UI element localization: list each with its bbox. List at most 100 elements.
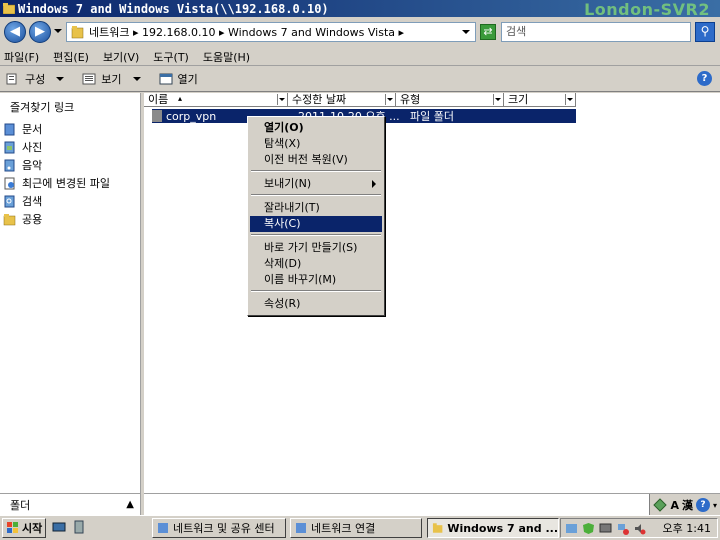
language-bar-icon[interactable] [565, 522, 578, 535]
column-header-label: 이름 [148, 93, 169, 106]
chevron-down-icon [56, 76, 65, 81]
back-button[interactable]: ◀ [4, 21, 26, 43]
organize-button[interactable]: 구성 [6, 71, 65, 87]
address-row: ◀ ▶ 네트워크 ▸ 192.168.0.10 ▸ Windows 7 and … [0, 17, 720, 48]
column-filter-dropdown[interactable] [277, 94, 287, 105]
nav-item-search[interactable]: 검색 [3, 192, 110, 210]
column-header-type[interactable]: 유형 [396, 93, 504, 107]
column-filter-dropdown[interactable] [493, 94, 503, 105]
address-path: 네트워크 ▸ 192.168.0.10 ▸ Windows 7 and Wind… [89, 26, 405, 39]
nav-item-label: 검색 [22, 195, 43, 208]
ime-toolbar: A 漢 ? ▾ [649, 494, 720, 516]
views-label: 보기 [101, 72, 122, 86]
favorite-links-list: 문서 사진 음악 최근에 변경된 파일 검색 공용 [3, 120, 110, 228]
folder-icon [3, 3, 15, 14]
open-button[interactable]: 열기 [159, 71, 198, 87]
help-icon[interactable]: ? [697, 71, 712, 86]
details-strip: A 漢 ? ▾ [144, 493, 720, 516]
ctx-copy[interactable]: 복사(C) [250, 216, 382, 232]
search-input[interactable]: 검색 [501, 22, 691, 42]
task-network-sharing-center[interactable]: 네트워크 및 공유 센터 [152, 518, 286, 538]
recent-files-icon [4, 177, 15, 189]
ctx-separator [251, 234, 381, 236]
column-header-size[interactable]: 크기 [504, 93, 576, 107]
network-status-icon[interactable] [616, 522, 629, 535]
ctx-send-to-label: 보내기(N) [264, 177, 312, 190]
menu-bar: 파일(F) 편집(E) 보기(V) 도구(T) 도움말(H) [0, 48, 720, 66]
column-filter-dropdown[interactable] [385, 94, 395, 105]
open-icon [159, 73, 172, 84]
views-button[interactable]: 보기 [82, 71, 141, 87]
task-label: 네트워크 및 공유 센터 [173, 522, 275, 535]
ime-help-icon[interactable]: ? [695, 498, 710, 512]
command-bar: 구성 보기 열기 ? [0, 66, 720, 92]
public-folder-icon [3, 213, 16, 225]
task-label: Windows 7 and ... [447, 521, 558, 535]
ime-mode-hanja[interactable]: 漢 [682, 497, 693, 513]
chevron-up-icon: ▲ [126, 499, 134, 510]
menu-file[interactable]: 파일(F) [4, 49, 39, 65]
ctx-delete[interactable]: 삭제(D) [250, 256, 382, 272]
ime-settings-icon[interactable] [653, 498, 668, 512]
menu-help[interactable]: 도움말(H) [203, 49, 250, 65]
ctx-separator [251, 290, 381, 292]
taskbar: 시작 네트워크 및 공유 센터 네트워크 연결 Windows 7 and ..… [0, 515, 720, 540]
recent-pages-dropdown[interactable] [54, 29, 62, 33]
search-icon[interactable]: ⚲ [695, 22, 715, 42]
start-label: 시작 [22, 522, 43, 535]
nav-item-documents[interactable]: 문서 [3, 120, 110, 138]
column-header-modified[interactable]: 수정한 날짜 [288, 93, 396, 107]
column-headers: 이름 ▴ 수정한 날짜 유형 크기 [144, 93, 576, 107]
ctx-send-to[interactable]: 보내기(N) [250, 176, 382, 192]
network-icon [296, 523, 306, 533]
monitor-icon[interactable] [599, 522, 612, 535]
chevron-down-icon[interactable] [462, 30, 470, 34]
music-icon [4, 159, 15, 171]
shield-icon[interactable] [582, 522, 595, 535]
refresh-icon[interactable]: ⇄ [480, 24, 496, 40]
ctx-open[interactable]: 열기(O) [250, 120, 382, 136]
windows-logo-icon [7, 522, 18, 533]
chevron-right-icon [372, 180, 376, 188]
file-type: 파일 폴더 [410, 110, 454, 123]
menu-edit[interactable]: 편집(E) [53, 49, 89, 65]
show-desktop-icon[interactable] [52, 520, 66, 534]
nav-item-recent[interactable]: 최근에 변경된 파일 [3, 174, 110, 192]
ctx-properties[interactable]: 속성(R) [250, 296, 382, 312]
column-filter-dropdown[interactable] [565, 94, 575, 105]
ctx-create-shortcut[interactable]: 바로 가기 만들기(S) [250, 240, 382, 256]
ime-options-icon[interactable]: ▾ [713, 501, 717, 510]
system-tray: 오후 1:41 [560, 518, 718, 538]
volume-muted-icon[interactable] [633, 522, 646, 535]
ctx-restore-previous[interactable]: 이전 버전 복원(V) [250, 152, 382, 168]
network-icon [158, 523, 168, 533]
file-list[interactable]: 이름 ▴ 수정한 날짜 유형 크기 corp_vpn 2011-10-20 오후… [144, 93, 720, 493]
column-header-name[interactable]: 이름 ▴ [144, 93, 288, 107]
ctx-cut[interactable]: 잘라내기(T) [250, 200, 382, 216]
menu-view[interactable]: 보기(V) [103, 49, 139, 65]
ime-mode-alpha[interactable]: A [670, 499, 679, 512]
folders-label: 폴더 [10, 498, 31, 512]
ctx-explore[interactable]: 탐색(X) [250, 136, 382, 152]
ctx-rename[interactable]: 이름 바꾸기(M) [250, 272, 382, 288]
task-network-connections[interactable]: 네트워크 연결 [290, 518, 422, 538]
nav-item-label: 음악 [22, 159, 43, 172]
task-explorer-window[interactable]: Windows 7 and ... [427, 518, 559, 538]
clock[interactable]: 오후 1:41 [663, 520, 717, 536]
folders-toggle[interactable]: 폴더 ▲ [0, 493, 141, 515]
task-label: 네트워크 연결 [311, 522, 376, 535]
server-manager-icon[interactable] [72, 520, 86, 534]
nav-item-label: 사진 [22, 141, 43, 154]
nav-item-music[interactable]: 음악 [3, 156, 110, 174]
nav-item-public[interactable]: 공용 [3, 210, 110, 228]
ctx-separator [251, 170, 381, 172]
column-header-label: 크기 [508, 93, 529, 106]
ctx-separator [251, 194, 381, 196]
forward-button[interactable]: ▶ [29, 21, 51, 43]
address-bar[interactable]: 네트워크 ▸ 192.168.0.10 ▸ Windows 7 and Wind… [66, 22, 476, 42]
start-button[interactable]: 시작 [2, 518, 46, 538]
open-label: 열기 [177, 72, 198, 86]
sort-arrow-icon: ▴ [178, 94, 183, 103]
nav-item-pictures[interactable]: 사진 [3, 138, 110, 156]
menu-tools[interactable]: 도구(T) [153, 49, 189, 65]
